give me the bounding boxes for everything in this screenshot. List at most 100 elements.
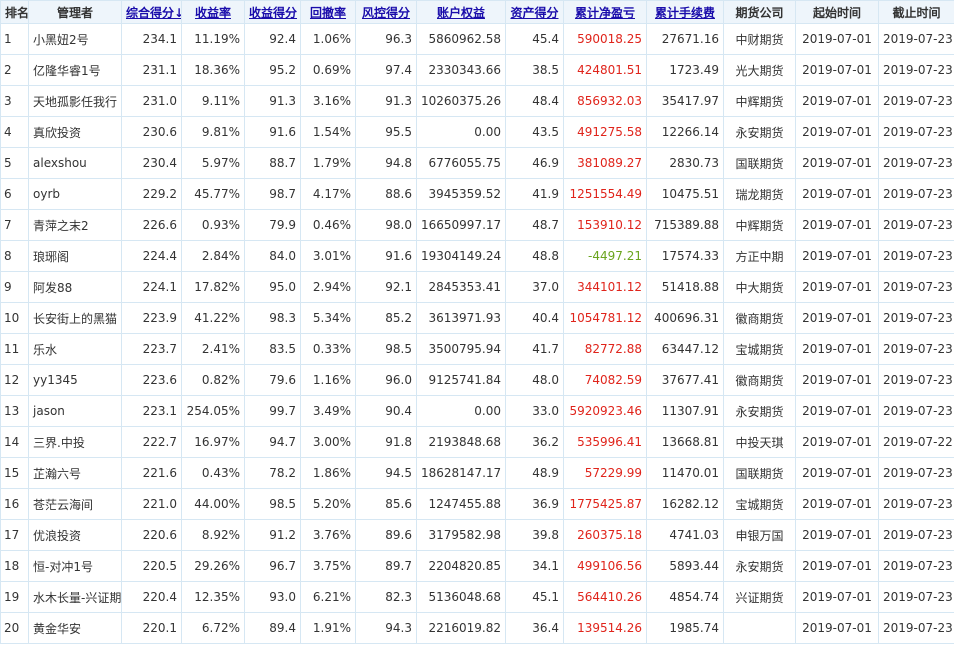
cell-manager: 青萍之末2: [28, 209, 122, 241]
cell-total-score: 223.6: [121, 364, 182, 396]
cell-asset-score: 33.0: [505, 395, 564, 427]
column-header-drawdown[interactable]: 回撤率: [300, 0, 356, 24]
cell-asset-score: 45.4: [505, 23, 564, 55]
cell-return-rate: 5.97%: [181, 147, 245, 179]
cell-broker: 中投天琪: [723, 426, 796, 458]
cell-risk-score: 94.5: [355, 457, 417, 489]
cell-asset-score: 39.8: [505, 519, 564, 551]
cell-fees: 12266.14: [646, 116, 724, 148]
cell-total-score: 231.0: [121, 85, 182, 117]
cell-drawdown: 3.76%: [300, 519, 356, 551]
column-header-label[interactable]: 收益率: [195, 6, 231, 20]
cell-manager: 真欣投资: [28, 116, 122, 148]
cell-risk-score: 85.2: [355, 302, 417, 334]
cell-drawdown: 6.21%: [300, 581, 356, 613]
cell-return-score: 91.3: [244, 85, 301, 117]
column-header-return-score[interactable]: 收益得分: [244, 0, 301, 24]
cell-equity: 5136048.68: [416, 581, 506, 613]
table-row: 10 长安街上的黑猫 223.9 41.22% 98.3 5.34% 85.2 3613971…: [0, 302, 954, 334]
cell-equity: 0.00: [416, 116, 506, 148]
cell-start: 2019-07-01: [795, 581, 879, 613]
column-header-label: 期货公司: [735, 5, 784, 20]
cell-fees: 1723.49: [646, 54, 724, 86]
table-row: 15 芷瀚六号 221.6 0.43% 78.2 1.86% 94.5 18628147.17…: [0, 457, 954, 489]
cell-equity: 9125741.84: [416, 364, 506, 396]
cell-end: 2019-07-23: [878, 550, 954, 582]
cell-equity: 3179582.98: [416, 519, 506, 551]
cell-asset-score: 36.4: [505, 612, 564, 644]
column-header-total-score[interactable]: 综合得分↓: [121, 0, 182, 24]
table-row: 14 三界.中投 222.7 16.97% 94.7 3.00% 91.8 2193848.6…: [0, 426, 954, 458]
cell-rank: 8: [0, 240, 29, 272]
cell-rank: 17: [0, 519, 29, 551]
column-header-equity[interactable]: 账户权益: [416, 0, 506, 24]
cell-net-pnl: 590018.25: [563, 23, 647, 55]
cell-return-rate: 0.82%: [181, 364, 245, 396]
cell-broker: 中辉期货: [723, 85, 796, 117]
table-row: 16 苍茫云海间 221.0 44.00% 98.5 5.20% 85.6 1247455.8…: [0, 488, 954, 520]
cell-start: 2019-07-01: [795, 178, 879, 210]
cell-start: 2019-07-01: [795, 271, 879, 303]
column-header-label[interactable]: 风控得分: [362, 6, 410, 20]
cell-equity: 3945359.52: [416, 178, 506, 210]
cell-fees: 4854.74: [646, 581, 724, 613]
cell-end: 2019-07-23: [878, 85, 954, 117]
cell-return-score: 79.6: [244, 364, 301, 396]
cell-end: 2019-07-23: [878, 488, 954, 520]
cell-equity: 1247455.88: [416, 488, 506, 520]
cell-total-score: 223.7: [121, 333, 182, 365]
cell-rank: 16: [0, 488, 29, 520]
cell-equity: 16650997.17: [416, 209, 506, 241]
column-header-label[interactable]: 回撤率: [310, 6, 346, 20]
cell-fees: 2830.73: [646, 147, 724, 179]
cell-total-score: 222.7: [121, 426, 182, 458]
cell-manager: 黄金华安: [28, 612, 122, 644]
cell-return-rate: 254.05%: [181, 395, 245, 427]
table-row: 9 阿发88 224.1 17.82% 95.0 2.94% 92.1 2845353.41 3…: [0, 271, 954, 303]
cell-fees: 11307.91: [646, 395, 724, 427]
column-header-label[interactable]: 账户权益: [437, 6, 485, 20]
cell-return-score: 91.2: [244, 519, 301, 551]
column-header-return-rate[interactable]: 收益率: [181, 0, 245, 24]
cell-start: 2019-07-01: [795, 457, 879, 489]
cell-fees: 1985.74: [646, 612, 724, 644]
column-header-start: 起始时间: [795, 0, 879, 24]
cell-return-score: 98.3: [244, 302, 301, 334]
column-header-label[interactable]: 累计手续费: [655, 6, 715, 20]
column-header-risk-score[interactable]: 风控得分: [355, 0, 417, 24]
cell-rank: 2: [0, 54, 29, 86]
cell-net-pnl: 74082.59: [563, 364, 647, 396]
column-header-asset-score[interactable]: 资产得分: [505, 0, 564, 24]
cell-asset-score: 40.4: [505, 302, 564, 334]
cell-fees: 37677.41: [646, 364, 724, 396]
cell-drawdown: 2.94%: [300, 271, 356, 303]
column-header-label[interactable]: 累计净盈亏: [575, 6, 635, 20]
cell-drawdown: 3.00%: [300, 426, 356, 458]
cell-start: 2019-07-01: [795, 395, 879, 427]
column-header-label[interactable]: 资产得分: [510, 6, 558, 20]
column-header-label[interactable]: 综合得分↓: [126, 6, 181, 20]
column-header-fees[interactable]: 累计手续费: [646, 0, 724, 24]
cell-drawdown: 1.06%: [300, 23, 356, 55]
cell-manager: 长安街上的黑猫: [28, 302, 122, 334]
column-header-net-pnl[interactable]: 累计净盈亏: [563, 0, 647, 24]
cell-return-score: 83.5: [244, 333, 301, 365]
cell-net-pnl: 1251554.49: [563, 178, 647, 210]
column-header-label[interactable]: 收益得分: [249, 6, 297, 20]
cell-return-rate: 41.22%: [181, 302, 245, 334]
ranking-table: 排名 管理者 综合得分↓ 收益率 收益得分 回撤率 风控得分 账户权益 资产得分 累计净盈亏 累计手…: [0, 0, 954, 644]
cell-rank: 9: [0, 271, 29, 303]
cell-return-score: 88.7: [244, 147, 301, 179]
cell-drawdown: 0.46%: [300, 209, 356, 241]
cell-asset-score: 36.2: [505, 426, 564, 458]
cell-return-score: 92.4: [244, 23, 301, 55]
cell-net-pnl: 381089.27: [563, 147, 647, 179]
cell-net-pnl: 57229.99: [563, 457, 647, 489]
cell-rank: 14: [0, 426, 29, 458]
cell-end: 2019-07-23: [878, 364, 954, 396]
cell-manager: 优浪投资: [28, 519, 122, 551]
cell-drawdown: 1.79%: [300, 147, 356, 179]
table-row: 20 黄金华安 220.1 6.72% 89.4 1.91% 94.3 2216019.82 3…: [0, 612, 954, 644]
cell-equity: 19304149.24: [416, 240, 506, 272]
cell-manager: 乐水: [28, 333, 122, 365]
